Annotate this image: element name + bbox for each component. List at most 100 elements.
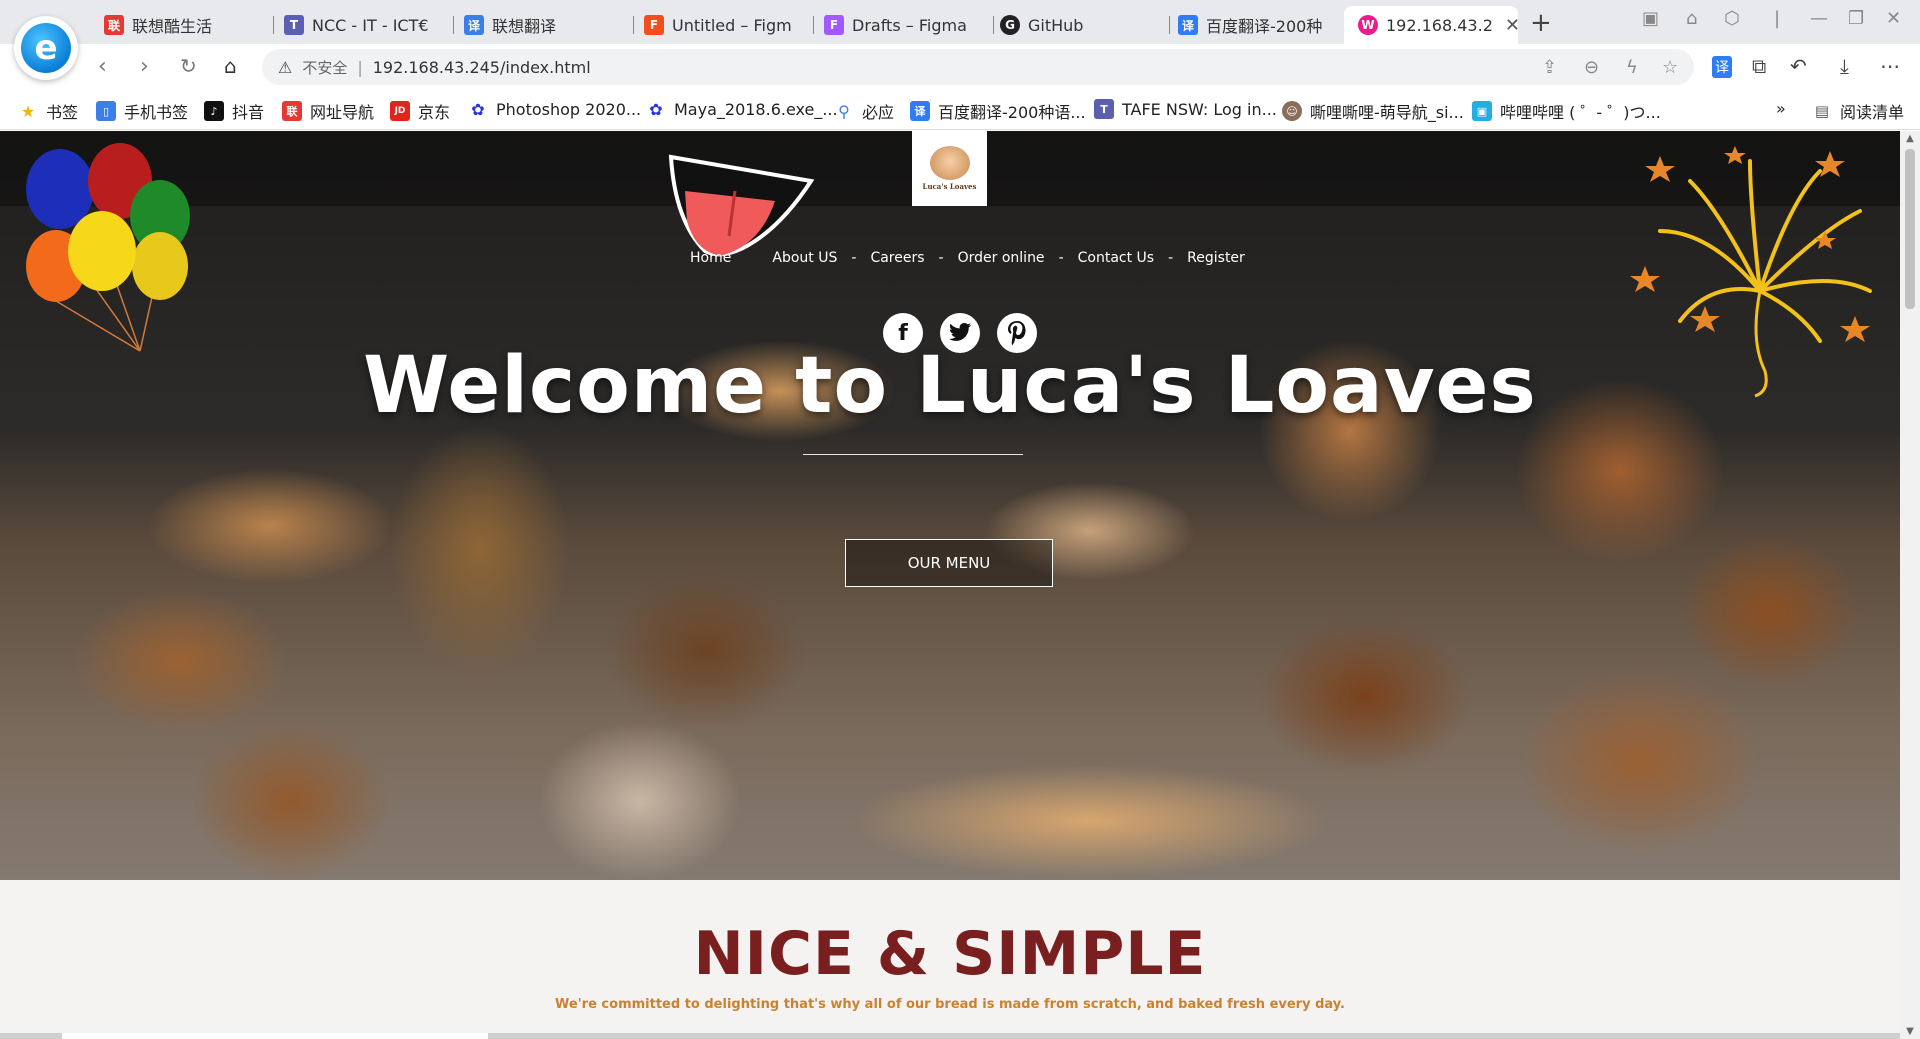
bookmark-label: 网址导航 <box>310 103 375 122</box>
url-divider: | <box>357 57 363 77</box>
reading-list[interactable]: ▤ 阅读清单 <box>1812 99 1904 123</box>
tab-github[interactable]: G GitHub <box>1000 6 1170 44</box>
browser-window: e 联 联想酷生活 T NCC - IT - ICT€ 译 联想翻译 F Unt… <box>0 0 1920 1039</box>
bookmark-item[interactable]: ♪ 抖音 <box>204 99 264 123</box>
close-tab-icon[interactable]: ✕ <box>1505 15 1518 36</box>
nav-separator: - <box>1058 250 1064 266</box>
tab-title: 192.168.43.2 <box>1386 15 1493 35</box>
tab-favicon-icon: T <box>284 15 304 35</box>
tab-ncc-it[interactable]: T NCC - IT - ICT€ <box>284 6 454 44</box>
tab-figma-drafts[interactable]: F Drafts – Figma <box>824 6 994 44</box>
tab-favicon-icon: 联 <box>104 15 124 35</box>
bilibili-icon: ▣ <box>1472 101 1492 121</box>
tab-title: 百度翻译-200种 <box>1206 17 1323 36</box>
undo-icon[interactable]: ↶ <box>1790 54 1807 78</box>
tab-title: 联想酷生活 <box>132 17 213 36</box>
more-menu-icon[interactable]: ⋯ <box>1880 54 1900 78</box>
url-field[interactable]: ⚠ 不安全 | 192.168.43.245/index.html ⇪ ⊖ ϟ … <box>262 49 1694 85</box>
bookmark-item[interactable]: JD 京东 <box>390 99 450 123</box>
pin-separator: | <box>1774 8 1781 29</box>
new-tab-icon[interactable]: + <box>1530 8 1552 38</box>
nav-about-us[interactable]: About US <box>772 250 837 266</box>
bookmark-item[interactable]: T TAFE NSW: Log in... <box>1094 99 1277 119</box>
tab-figma-untitled[interactable]: F Untitled – Figm <box>644 6 814 44</box>
site-logo[interactable]: Luca's Loaves <box>912 131 987 206</box>
extension-shirt-icon[interactable]: ⬡ <box>1724 8 1740 29</box>
bookmark-item[interactable]: 联网址导航 <box>282 99 374 123</box>
mobile-icon: ▯ <box>96 101 116 121</box>
douyin-icon: ♪ <box>204 101 224 121</box>
avatar-icon: ☺ <box>1282 101 1302 121</box>
bookmark-label: 百度翻译-200种语... <box>938 103 1086 122</box>
bookmark-label: 抖音 <box>232 103 265 122</box>
search-icon: ⚲ <box>838 101 850 121</box>
bookmark-item[interactable]: ☺ 嘶哩嘶哩-萌导航_si... <box>1282 99 1464 123</box>
section-subtitle: We're committed to delighting that's why… <box>555 997 1345 1012</box>
nav-separator: - <box>938 250 944 266</box>
bookmark-label: 京东 <box>418 103 451 122</box>
url-text[interactable]: 192.168.43.245/index.html <box>373 58 591 77</box>
next-section-edge <box>0 1033 1900 1039</box>
bookmark-item[interactable]: ▯ 手机书签 <box>96 99 188 123</box>
bookmark-item[interactable]: ✿ Photoshop 2020... <box>468 99 641 119</box>
tab-baidu-translate[interactable]: 译 百度翻译-200种 <box>1178 6 1338 44</box>
nav-home[interactable]: Home <box>690 250 731 266</box>
close-window-icon[interactable]: ✕ <box>1886 8 1901 29</box>
bookmark-label: Maya_2018.6.exe_... <box>674 99 838 119</box>
extensions-icon[interactable]: ⧉ <box>1752 54 1766 78</box>
more-bookmarks-icon[interactable]: » <box>1776 99 1786 118</box>
tab-favicon-icon: F <box>824 15 844 35</box>
star-icon: ★ <box>20 101 36 121</box>
tab-favicon-icon: W <box>1358 15 1378 35</box>
nav-contact-us[interactable]: Contact Us <box>1078 250 1154 266</box>
bookmarks-bar: ★ 书签 ▯ 手机书签 ♪ 抖音 联网址导航 JD 京东 ✿ Photoshop 2020… <box>0 90 1920 130</box>
logo-face-icon <box>929 146 970 180</box>
scroll-thumb[interactable] <box>1905 149 1915 309</box>
logo-text: Luca's Loaves <box>922 182 977 191</box>
back-icon[interactable]: ‹ <box>98 54 107 79</box>
hero-section: Luca's Loaves Home - About US - Careers … <box>0 131 1900 880</box>
sidebar-toggle-icon[interactable]: ▣ <box>1642 8 1659 29</box>
scroll-up-icon[interactable]: ▲ <box>1900 133 1920 144</box>
lightning-icon[interactable]: ϟ <box>1626 57 1638 78</box>
download-icon[interactable]: ⤓ <box>1840 54 1849 78</box>
bookmark-item[interactable]: ✿ Maya_2018.6.exe_... <box>646 99 838 119</box>
tab-title: Untitled – Figm <box>672 15 792 35</box>
tab-lenovo-translate[interactable]: 译 联想翻译 <box>464 6 634 44</box>
page-scrollbar[interactable]: ▲ ▼ <box>1900 131 1920 1039</box>
baidu-paw-icon: ✿ <box>649 99 663 119</box>
zoom-icon[interactable]: ⊖ <box>1584 57 1599 78</box>
minimize-icon[interactable]: — <box>1810 8 1828 29</box>
hero-divider <box>803 454 1023 455</box>
game-icon[interactable]: ⌂ <box>1686 8 1697 29</box>
address-bar: ‹ › ↻ ⌂ ⚠ 不安全 | 192.168.43.245/index.htm… <box>0 44 1920 90</box>
reload-icon[interactable]: ↻ <box>180 54 197 78</box>
reading-list-label: 阅读清单 <box>1840 103 1905 122</box>
tab-active-localhost[interactable]: W 192.168.43.2 ✕ <box>1344 6 1518 44</box>
nav-separator: - <box>1168 250 1174 266</box>
share-icon[interactable]: ⇪ <box>1542 57 1557 78</box>
our-menu-button[interactable]: OUR MENU <box>845 539 1053 587</box>
reading-list-icon: ▤ <box>1814 102 1830 120</box>
nav-order-online[interactable]: Order online <box>958 250 1045 266</box>
tab-bar: e 联 联想酷生活 T NCC - IT - ICT€ 译 联想翻译 F Unt… <box>0 0 1920 80</box>
warning-icon[interactable]: ⚠ <box>278 58 292 77</box>
scroll-down-icon[interactable]: ▼ <box>1900 1026 1920 1037</box>
tab-lenovo-life[interactable]: 联 联想酷生活 <box>104 6 274 44</box>
bookmark-item[interactable]: ★ 书签 <box>18 99 78 123</box>
translate-icon[interactable]: 译 <box>1712 56 1732 78</box>
forward-icon[interactable]: › <box>140 54 149 79</box>
tab-favicon-icon: 译 <box>1178 15 1198 35</box>
bookmark-item[interactable]: ▣ 哔哩哔哩 ( ゜- ゜)つ... <box>1472 99 1661 123</box>
bookmark-item[interactable]: ⚲ 必应 <box>834 99 894 123</box>
browser-logo-icon[interactable]: e <box>14 16 78 80</box>
tab-favicon-icon: 译 <box>464 15 484 35</box>
restore-icon[interactable]: ❐ <box>1848 8 1864 29</box>
bookmark-item[interactable]: 译百度翻译-200种语... <box>910 99 1086 123</box>
favorite-star-icon[interactable]: ☆ <box>1662 57 1678 78</box>
bookmark-label: TAFE NSW: Log in... <box>1122 99 1277 119</box>
nav-careers[interactable]: Careers <box>870 250 924 266</box>
nav-register[interactable]: Register <box>1187 250 1245 266</box>
home-icon[interactable]: ⌂ <box>224 54 237 78</box>
tab-favicon-icon: F <box>644 15 664 35</box>
